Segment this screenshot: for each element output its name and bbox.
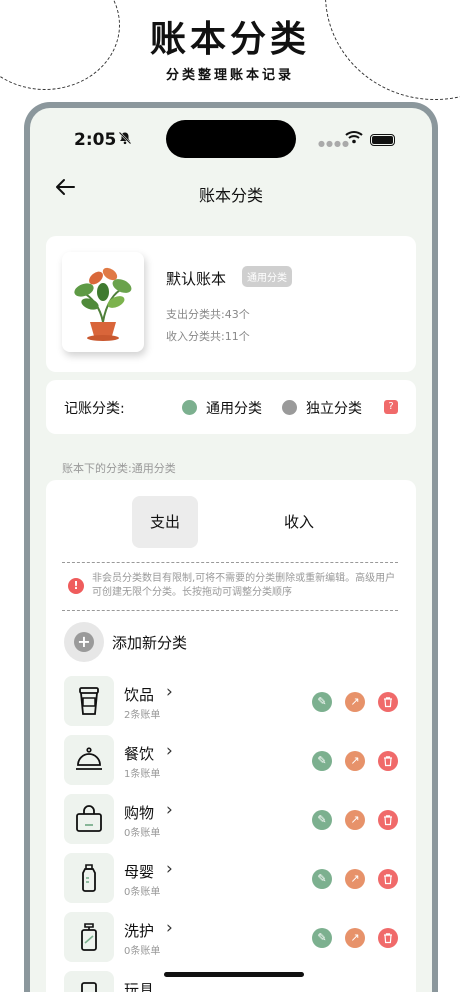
screenshot: 账本分类 分类整理账本记录 2:05 ●●●● 账本分类 默认账本 通用分类 支…	[0, 0, 460, 997]
tab-income[interactable]: 收入	[266, 496, 332, 548]
potted-plant-image	[62, 252, 144, 352]
home-indicator	[164, 972, 304, 977]
promo-subtitle: 分类整理账本记录	[165, 68, 294, 83]
chevron-right-icon: ›	[166, 741, 173, 761]
phone-frame: 2:05 ●●●● 账本分类 默认账本 通用分类 支出分类共:43个 收入分类共…	[24, 102, 438, 992]
nav-bar: 账本分类	[30, 172, 432, 212]
plus-icon: +	[74, 632, 94, 652]
pencil-icon[interactable]: ✎	[312, 692, 332, 712]
promo-title: 账本分类	[149, 18, 310, 60]
category-name: 洗护	[124, 922, 155, 940]
divider	[62, 610, 398, 611]
list-item[interactable]: 餐饮 › 1条账单 ✎ ↗	[46, 735, 416, 793]
category-bill-count: 0条账单	[124, 946, 161, 957]
expense-category-count: 支出分类共:43个	[166, 308, 250, 321]
toy-icon	[64, 971, 114, 992]
category-bill-count: 0条账单	[124, 887, 161, 898]
category-name: 餐饮	[124, 745, 155, 763]
arrow-up-right-icon[interactable]: ↗	[345, 869, 365, 889]
category-bill-count: 2条账单	[124, 710, 161, 721]
book-card[interactable]: 默认账本 通用分类 支出分类共:43个 收入分类共:11个	[46, 236, 416, 372]
chevron-right-icon: ›	[166, 859, 173, 879]
divider	[62, 562, 398, 563]
trash-icon[interactable]	[378, 810, 398, 830]
independent-mode-radio[interactable]	[282, 400, 297, 415]
cloche-icon	[64, 735, 114, 785]
limit-notice: 非会员分类数目有限制,可将不需要的分类删除或重新编辑。高级用户可创建无限个分类。…	[92, 573, 396, 598]
category-mode-label: 记账分类:	[64, 401, 125, 417]
tab-expense[interactable]: 支出	[132, 496, 198, 548]
common-mode-radio[interactable]	[182, 400, 197, 415]
list-item[interactable]: 洗护 › 0条账单 ✎ ↗	[46, 912, 416, 970]
cup-icon	[64, 676, 114, 726]
add-category-button[interactable]: +	[64, 622, 104, 662]
arrow-up-right-icon[interactable]: ↗	[345, 810, 365, 830]
common-mode-option[interactable]: 通用分类	[206, 398, 262, 418]
baby-bottle-icon	[64, 853, 114, 903]
arrow-up-right-icon[interactable]: ↗	[345, 928, 365, 948]
trash-icon[interactable]	[378, 869, 398, 889]
status-bar: 2:05 ●●●●	[30, 108, 432, 168]
category-bill-count: 1条账单	[124, 769, 161, 780]
arrow-up-right-icon[interactable]: ↗	[345, 751, 365, 771]
trash-icon[interactable]	[378, 692, 398, 712]
chevron-right-icon: ›	[166, 682, 173, 702]
chevron-right-icon: ›	[166, 800, 173, 820]
category-name: 母婴	[124, 863, 155, 881]
battery-icon	[370, 134, 395, 146]
category-list-card: 支出 收入 ! 非会员分类数目有限制,可将不需要的分类删除或重新编辑。高级用户可…	[46, 480, 416, 992]
list-item[interactable]: 母婴 › 0条账单 ✎ ↗	[46, 853, 416, 911]
add-category-label[interactable]: 添加新分类	[112, 632, 187, 653]
income-category-count: 收入分类共:11个	[166, 330, 250, 343]
category-bill-count: 0条账单	[124, 828, 161, 839]
chevron-right-icon: ›	[166, 918, 173, 938]
shopping-bag-icon	[64, 794, 114, 844]
pencil-icon[interactable]: ✎	[312, 810, 332, 830]
category-name: 玩具	[124, 981, 155, 992]
list-item[interactable]: 购物 › 0条账单 ✎ ↗	[46, 794, 416, 852]
trash-icon[interactable]	[378, 928, 398, 948]
pump-bottle-icon	[64, 912, 114, 962]
warning-icon: !	[68, 578, 84, 594]
list-item[interactable]: 饮品 › 2条账单 ✎ ↗	[46, 676, 416, 734]
section-hint: 账本下的分类:通用分类	[62, 462, 176, 475]
bell-slash-icon	[118, 131, 132, 149]
pencil-icon[interactable]: ✎	[312, 869, 332, 889]
category-mode-card: 记账分类: 通用分类 独立分类 ?	[46, 380, 416, 434]
pencil-icon[interactable]: ✎	[312, 751, 332, 771]
status-time: 2:05	[74, 130, 117, 150]
status-badge: 通用分类	[242, 266, 292, 287]
dynamic-island	[166, 120, 296, 158]
independent-mode-option[interactable]: 独立分类	[306, 398, 362, 418]
category-name: 饮品	[124, 686, 155, 704]
page-title: 账本分类	[198, 186, 263, 205]
help-icon[interactable]: ?	[384, 400, 398, 414]
category-name: 购物	[124, 804, 155, 822]
book-name: 默认账本	[166, 270, 227, 288]
trash-icon[interactable]	[378, 751, 398, 771]
wifi-icon	[345, 130, 363, 148]
pencil-icon[interactable]: ✎	[312, 928, 332, 948]
arrow-up-right-icon[interactable]: ↗	[345, 692, 365, 712]
